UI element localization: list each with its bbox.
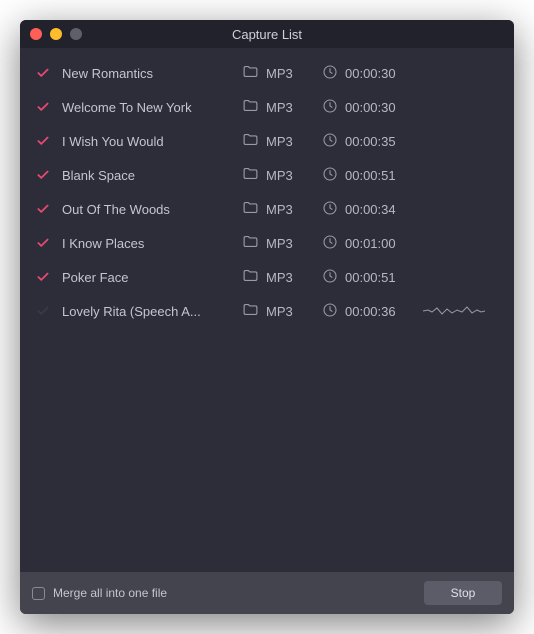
format-label: MP3 xyxy=(266,236,293,251)
format-group: MP3 xyxy=(242,301,322,321)
duration-group: 00:01:00 xyxy=(322,234,417,253)
track-name: Blank Space xyxy=(62,168,242,183)
track-name: Welcome To New York xyxy=(62,100,242,115)
folder-icon xyxy=(242,267,259,287)
duration-group: 00:00:30 xyxy=(322,64,417,83)
format-group: MP3 xyxy=(242,233,322,253)
track-name: New Romantics xyxy=(62,66,242,81)
track-list: New RomanticsMP300:00:30Welcome To New Y… xyxy=(20,48,514,572)
duration-label: 00:00:51 xyxy=(345,270,396,285)
folder-icon xyxy=(242,97,259,117)
checkmark-icon xyxy=(34,134,52,148)
track-name: Poker Face xyxy=(62,270,242,285)
track-row[interactable]: Out Of The Woods MP3 00:00:34 xyxy=(20,192,514,226)
duration-label: 00:00:30 xyxy=(345,66,396,81)
duration-group: 00:00:36 xyxy=(322,302,417,321)
format-label: MP3 xyxy=(266,100,293,115)
duration-group: 00:00:30 xyxy=(322,98,417,117)
format-group: MP3 xyxy=(242,267,322,287)
duration-label: 00:00:30 xyxy=(345,100,396,115)
checkmark-icon xyxy=(34,168,52,182)
clock-icon xyxy=(322,200,338,219)
track-name: I Know Places xyxy=(62,236,242,251)
capture-list-window: Capture List New RomanticsMP300:00:30Wel… xyxy=(20,20,514,614)
format-group: MP3 xyxy=(242,165,322,185)
checkmark-icon xyxy=(34,270,52,284)
format-label: MP3 xyxy=(266,270,293,285)
duration-group: 00:00:34 xyxy=(322,200,417,219)
merge-label: Merge all into one file xyxy=(53,586,416,600)
format-label: MP3 xyxy=(266,168,293,183)
checkmark-icon xyxy=(34,236,52,250)
duration-label: 00:00:34 xyxy=(345,202,396,217)
clock-icon xyxy=(322,132,338,151)
format-group: MP3 xyxy=(242,97,322,117)
format-label: MP3 xyxy=(266,304,293,319)
format-label: MP3 xyxy=(266,134,293,149)
stop-button[interactable]: Stop xyxy=(424,581,502,605)
window-title: Capture List xyxy=(20,27,514,42)
duration-label: 00:01:00 xyxy=(345,236,396,251)
folder-icon xyxy=(242,165,259,185)
track-name: Out Of The Woods xyxy=(62,202,242,217)
checkmark-icon xyxy=(34,202,52,216)
track-row[interactable]: Blank Space MP3 00:00:51 xyxy=(20,158,514,192)
clock-icon xyxy=(322,64,338,83)
titlebar: Capture List xyxy=(20,20,514,48)
clock-icon xyxy=(322,302,338,321)
duration-group: 00:00:51 xyxy=(322,166,417,185)
merge-checkbox[interactable] xyxy=(32,587,45,600)
duration-label: 00:00:35 xyxy=(345,134,396,149)
clock-icon xyxy=(322,166,338,185)
track-row[interactable]: I Wish You Would MP3 00:00:35 xyxy=(20,124,514,158)
folder-icon xyxy=(242,63,259,83)
clock-icon xyxy=(322,234,338,253)
checkmark-icon xyxy=(34,66,52,80)
checkmark-icon xyxy=(34,100,52,114)
close-button[interactable] xyxy=(30,28,42,40)
maximize-button[interactable] xyxy=(70,28,82,40)
track-name: Lovely Rita (Speech A... xyxy=(62,304,242,319)
duration-group: 00:00:51 xyxy=(322,268,417,287)
duration-label: 00:00:51 xyxy=(345,168,396,183)
folder-icon xyxy=(242,233,259,253)
folder-icon xyxy=(242,301,259,321)
duration-group: 00:00:35 xyxy=(322,132,417,151)
folder-icon xyxy=(242,199,259,219)
track-row[interactable]: New Romantics MP3 00:00:30 xyxy=(20,56,514,90)
folder-icon xyxy=(242,131,259,151)
track-row[interactable]: Poker Face MP3 00:00:51 xyxy=(20,260,514,294)
duration-label: 00:00:36 xyxy=(345,304,396,319)
track-row[interactable]: Welcome To New York MP3 00:00:30 xyxy=(20,90,514,124)
track-row[interactable]: Lovely Rita (Speech A... MP3 00:00:36 xyxy=(20,294,514,328)
minimize-button[interactable] xyxy=(50,28,62,40)
format-label: MP3 xyxy=(266,202,293,217)
window-controls xyxy=(20,28,82,40)
clock-icon xyxy=(322,268,338,287)
track-name: I Wish You Would xyxy=(62,134,242,149)
footer-bar: Merge all into one file Stop xyxy=(20,572,514,614)
format-group: MP3 xyxy=(242,131,322,151)
format-label: MP3 xyxy=(266,66,293,81)
checkmark-icon xyxy=(34,304,52,318)
track-row[interactable]: I Know Places MP3 00:01:00 xyxy=(20,226,514,260)
format-group: MP3 xyxy=(242,199,322,219)
waveform-icon xyxy=(417,302,500,320)
clock-icon xyxy=(322,98,338,117)
format-group: MP3 xyxy=(242,63,322,83)
